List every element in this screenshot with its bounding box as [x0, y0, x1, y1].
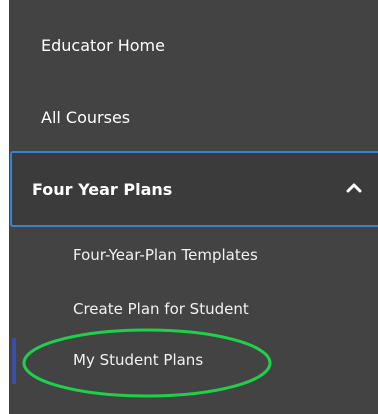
subnav-item-label: My Student Plans	[73, 351, 204, 369]
subnav-item-label: Four-Year-Plan Templates	[73, 246, 258, 264]
chevron-up-icon[interactable]	[346, 180, 362, 196]
nav-section-label: Four Year Plans	[32, 180, 173, 199]
nav-item-educator-home[interactable]: Educator Home	[9, 22, 378, 70]
nav-item-all-courses[interactable]: All Courses	[9, 94, 378, 142]
subnav-item-label: Create Plan for Student	[73, 300, 249, 318]
subnav-item-my-student-plans[interactable]: My Student Plans	[9, 340, 378, 384]
subnav-item-create-plan-for-student[interactable]: Create Plan for Student	[9, 288, 378, 332]
nav-item-label: All Courses	[41, 108, 131, 127]
nav-section-four-year-plans[interactable]: Four Year Plans	[10, 151, 378, 227]
nav-item-label: Educator Home	[41, 36, 165, 55]
subnav-item-four-year-plan-templates[interactable]: Four-Year-Plan Templates	[9, 235, 378, 279]
